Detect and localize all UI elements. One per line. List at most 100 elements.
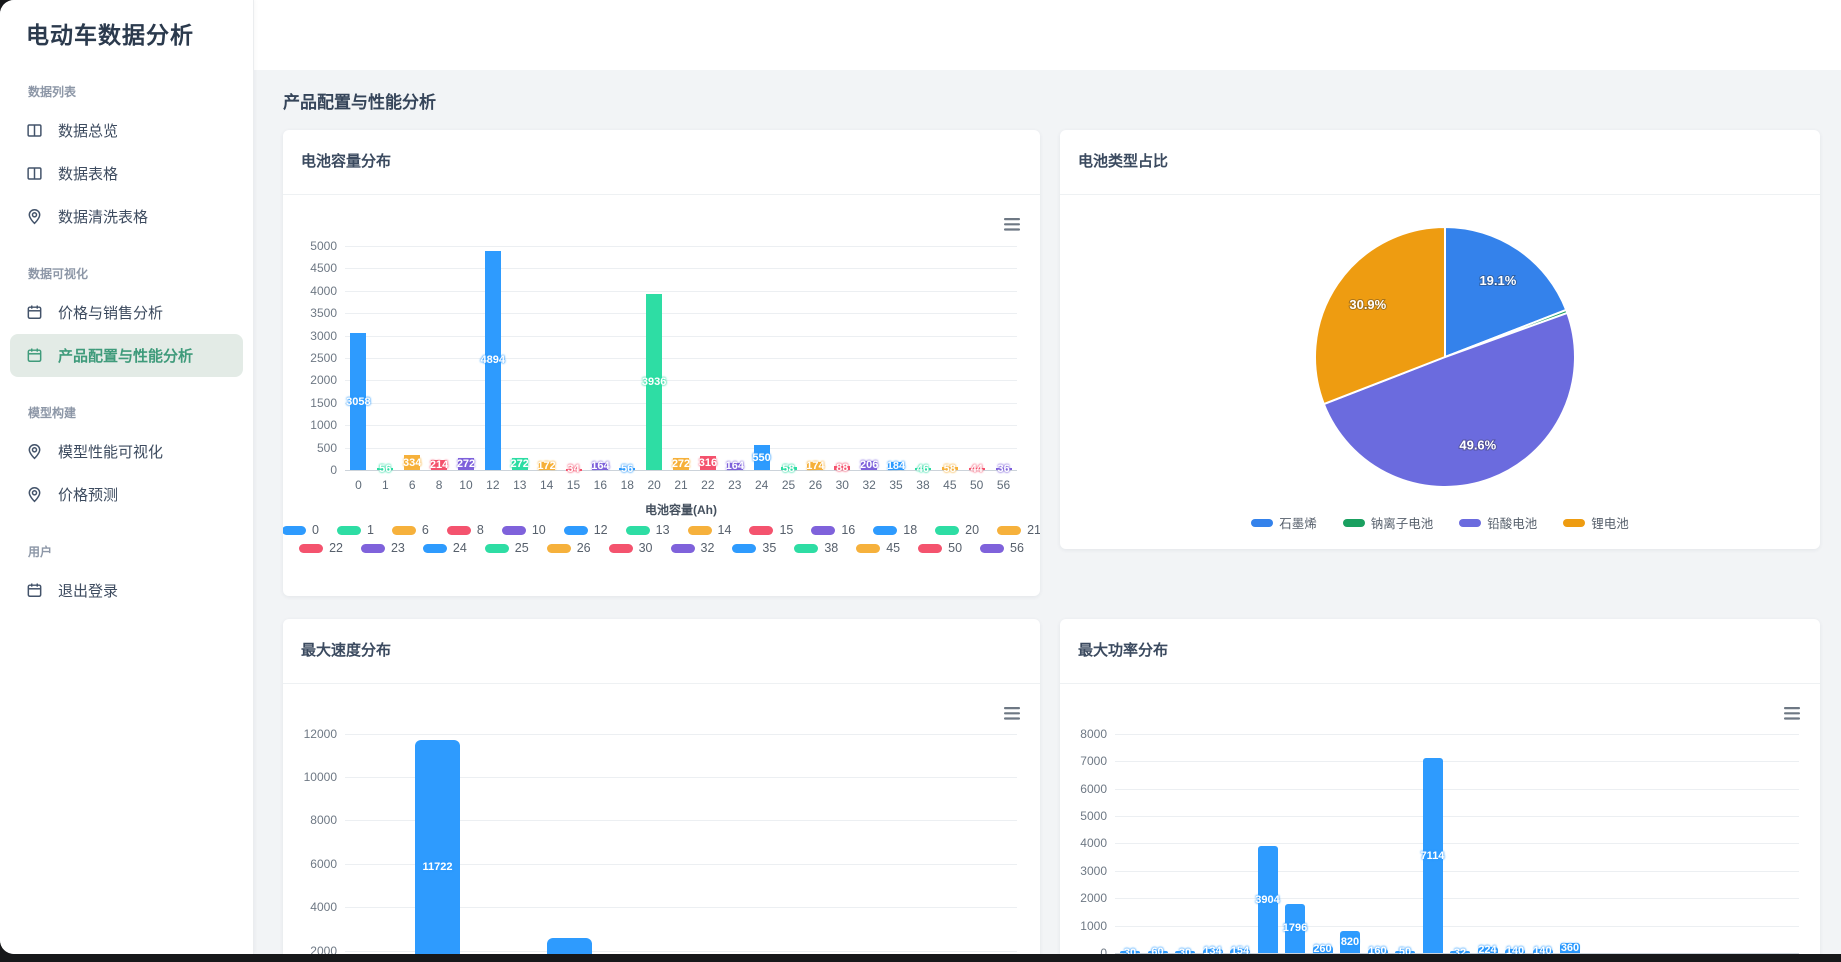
legend-label: 50	[948, 541, 963, 555]
legend-item-21[interactable]: 21	[997, 523, 1040, 537]
legend-marker	[1563, 518, 1586, 527]
bar-value-label: 4894	[480, 354, 506, 367]
sidebar-item-1-1[interactable]: 产品配置与性能分析	[10, 334, 243, 377]
y-axis-tick-label: 2500	[310, 351, 337, 365]
legend-label: 钠离子电池	[1370, 517, 1434, 531]
legend-item-35[interactable]: 35	[732, 541, 776, 555]
calendar-icon	[26, 582, 43, 599]
legend-label: 13	[655, 523, 670, 537]
bar	[415, 739, 460, 954]
legend-marker	[980, 543, 1005, 553]
sidebar-section-label: 数据可视化	[28, 267, 89, 281]
top-bar	[253, 0, 1841, 70]
legend-marker	[391, 525, 416, 535]
legend-marker	[336, 525, 361, 535]
sidebar-item-label: 数据总览	[58, 123, 119, 140]
y-axis-tick-label: 4000	[1080, 836, 1107, 851]
sidebar-item-0-0[interactable]: 数据总览	[10, 109, 243, 152]
legend-item-56[interactable]: 56	[980, 541, 1024, 555]
x-axis-tick-label: 32	[862, 478, 876, 492]
legend-item-24[interactable]: 24	[422, 541, 467, 555]
sidebar-item-label: 产品配置与性能分析	[58, 348, 194, 365]
y-axis-tick-label: 12000	[303, 726, 337, 741]
legend-item-15[interactable]: 15	[749, 523, 793, 537]
max-power-bar-chart: 0 1000 2000 3000 4000 5000 6000 7000 8000 30 60 30 1…	[1060, 619, 1820, 954]
sidebar-item-2-1[interactable]: 价格预测	[10, 473, 243, 516]
legend-marker	[1251, 518, 1274, 527]
legend-label: 锂电池	[1591, 517, 1629, 531]
legend-label: 12	[593, 523, 608, 537]
x-axis-tick-label: 8	[435, 478, 443, 492]
legend-item-20[interactable]: 20	[935, 523, 979, 537]
sidebar-item-1-0[interactable]: 价格与销售分析	[10, 291, 243, 334]
legend-marker	[687, 525, 712, 535]
bar	[547, 937, 592, 954]
legend-item-25[interactable]: 25	[484, 541, 529, 555]
bar-value-label: 1796	[1282, 922, 1308, 935]
legend-label: 24	[452, 541, 467, 555]
legend-item-铅酸电池[interactable]: 铅酸电池	[1459, 513, 1537, 532]
legend-marker	[794, 543, 819, 553]
y-axis-tick-label: 3000	[1080, 863, 1107, 878]
gridline	[1115, 898, 1799, 900]
pie-slice-label: 19.1%	[1479, 273, 1516, 288]
bar-value-label: 3904	[1255, 893, 1280, 906]
sidebar-item-0-1[interactable]: 数据表格	[10, 152, 243, 195]
legend-item-0[interactable]: 0	[283, 523, 319, 537]
y-axis-tick-label: 7000	[1080, 754, 1107, 769]
legend-item-30[interactable]: 30	[608, 541, 653, 555]
legend-item-16[interactable]: 16	[811, 523, 855, 537]
legend-item-50[interactable]: 50	[918, 541, 962, 555]
location-pin-icon	[26, 208, 43, 225]
x-axis-tick-label: 13	[513, 478, 527, 492]
legend-item-14[interactable]: 14	[687, 523, 732, 537]
bar-value-label: 36	[997, 463, 1010, 476]
y-axis-tick-label: 4000	[310, 283, 337, 298]
pie-legend-row: 石墨烯 钠离子电池 铅酸电池 锂电池	[1060, 513, 1820, 532]
legend-marker	[608, 543, 633, 553]
bar-value-label: 56	[621, 462, 634, 475]
legend-label: 石墨烯	[1279, 517, 1317, 531]
legend-label: 0	[312, 523, 319, 537]
legend-item-32[interactable]: 32	[670, 541, 714, 555]
gridline	[345, 425, 1017, 427]
x-axis-tick-label: 24	[754, 478, 769, 492]
legend-item-锂电池[interactable]: 锂电池	[1563, 513, 1629, 532]
legend-item-26[interactable]: 26	[546, 541, 591, 555]
legend-label: 铅酸电池	[1487, 517, 1538, 531]
y-axis-tick-label: 0	[330, 463, 337, 477]
bar-value-label: 272	[456, 457, 476, 470]
bar-value-label: 7114	[1420, 849, 1445, 862]
legend-item-13[interactable]: 13	[625, 523, 670, 537]
legend-item-钠离子电池[interactable]: 钠离子电池	[1342, 513, 1434, 532]
legend-item-12[interactable]: 12	[563, 523, 608, 537]
sidebar-item-label: 价格预测	[58, 487, 119, 504]
legend-label: 14	[717, 523, 732, 537]
x-axis-tick-label: 14	[539, 478, 554, 492]
sidebar-item-label: 模型性能可视化	[58, 444, 164, 461]
legend-item-10[interactable]: 10	[501, 523, 546, 537]
x-axis-tick-label: 25	[781, 478, 796, 492]
y-axis-tick-label: 6000	[1080, 781, 1107, 796]
legend-item-6[interactable]: 6	[391, 523, 429, 537]
gridline	[345, 402, 1017, 404]
legend-item-8[interactable]: 8	[446, 523, 484, 537]
x-axis-name: 电池容量(Ah)	[645, 503, 717, 517]
sidebar-nav: 数据列表 数据总览 数据表格 数据清洗表格 数据可视化 价格与销售分析 产品配置与性能分析模…	[0, 56, 253, 612]
legend-item-38[interactable]: 38	[794, 541, 838, 555]
legend-item-石墨烯[interactable]: 石墨烯	[1251, 513, 1317, 532]
legend-item-23[interactable]: 23	[360, 541, 405, 555]
legend-label: 8	[476, 523, 484, 537]
sidebar-item-3-0[interactable]: 退出登录	[10, 569, 243, 612]
legend-item-18[interactable]: 18	[873, 523, 917, 537]
gridline	[345, 246, 1017, 247]
sidebar-item-2-0[interactable]: 模型性能可视化	[10, 430, 243, 473]
sidebar-item-0-2[interactable]: 数据清洗表格	[10, 195, 243, 238]
legend-item-22[interactable]: 22	[299, 541, 343, 555]
legend-marker	[360, 543, 385, 553]
legend-item-45[interactable]: 45	[856, 541, 900, 555]
legend-label: 22	[329, 541, 343, 555]
sidebar-item-label: 数据表格	[58, 166, 119, 183]
legend-marker	[935, 525, 960, 535]
legend-item-1[interactable]: 1	[336, 523, 374, 537]
